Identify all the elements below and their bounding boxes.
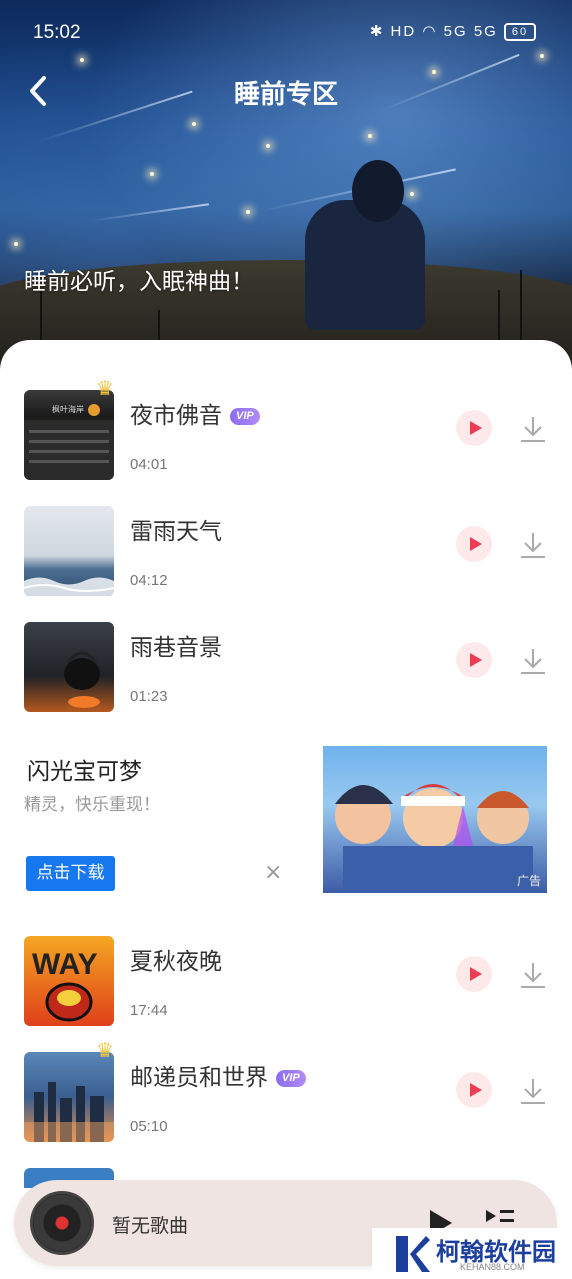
play-button[interactable] <box>456 410 492 446</box>
thumb-caption: 枫叶海岸 <box>52 404 84 414</box>
song-title: 夜市佛音 VIP <box>130 396 260 430</box>
ad-download-button[interactable]: 点击下载 <box>26 856 115 891</box>
ad-title: 闪光宝可梦 <box>27 759 142 785</box>
song-thumbnail: WAY <box>24 936 114 1026</box>
crown-icon: ♛ <box>96 1038 114 1062</box>
watermark: 柯翰软件园 KEHAN88.COM <box>372 1228 572 1279</box>
vip-badge: VIP <box>230 408 260 425</box>
hero-subtitle: 睡前必听，入眠神曲！ <box>24 269 254 295</box>
song-row[interactable]: WAY 夏秋夜晚 17:44 <box>0 936 572 1028</box>
song-row[interactable]: 雨巷音景 01:23 <box>0 622 572 714</box>
rooftops-image: 枫叶海岸 <box>24 404 114 480</box>
vinyl-disc-icon <box>30 1191 94 1255</box>
meteor-streak <box>89 203 209 222</box>
song-title: 雷雨天气 <box>130 519 222 545</box>
cartoon-character-image: WAY <box>32 948 98 1022</box>
play-button[interactable] <box>456 526 492 562</box>
download-button[interactable] <box>518 530 548 560</box>
cartoon-characters-image <box>335 784 533 893</box>
status-network-icons: ✱ HD ◠ 5G 5G <box>369 23 498 40</box>
vip-badge: VIP <box>276 1070 306 1087</box>
download-icon <box>521 649 545 674</box>
watermark-url: KEHAN88.COM <box>460 1262 525 1272</box>
sea-image <box>24 577 114 596</box>
status-time: 15:02 <box>33 22 81 43</box>
ad-description: 精灵，快乐重现！ <box>24 795 160 815</box>
status-bar: 15:02 ✱ HD ◠ 5G 5G 60 <box>0 0 572 66</box>
song-row[interactable]: ♛ 邮递员和世界 VIP 05:10 <box>0 1038 572 1144</box>
song-thumbnail <box>24 622 114 712</box>
brand-logo-icon <box>396 1236 430 1272</box>
crown-icon: ♛ <box>96 376 114 400</box>
song-duration: 04:12 <box>130 572 168 589</box>
kettle-image <box>64 651 100 708</box>
ad-close-button[interactable]: × <box>264 860 282 885</box>
song-row[interactable]: 枫叶海岸 ♛ 夜市佛音 VIP 04:01 <box>0 376 572 482</box>
song-title-text: 邮递员和世界 <box>130 1065 268 1091</box>
status-icons: ✱ HD ◠ 5G 5G 60 <box>369 22 536 42</box>
ad-image[interactable]: 广告 <box>323 746 547 893</box>
player-now-playing: 暂无歌曲 <box>112 1215 189 1237</box>
thumb-caption: WAY <box>32 948 98 981</box>
song-title: 夏秋夜晚 <box>130 949 222 975</box>
play-button[interactable] <box>456 1072 492 1108</box>
download-icon <box>521 417 545 442</box>
song-title: 雨巷音景 <box>130 635 222 661</box>
battery-icon: 60 <box>504 23 536 42</box>
download-button[interactable] <box>518 960 548 990</box>
ad-banner[interactable]: 闪光宝可梦 精灵，快乐重现！ 点击下载 × 广告 <box>0 744 572 896</box>
download-button[interactable] <box>518 1076 548 1106</box>
song-title: 邮递员和世界 VIP <box>130 1058 306 1092</box>
song-duration: 05:10 <box>130 1118 168 1135</box>
song-row[interactable]: 雷雨天气 04:12 <box>0 506 572 598</box>
song-title-text: 夜市佛音 <box>130 403 222 429</box>
song-duration: 01:23 <box>130 688 168 705</box>
ad-tag: 广告 <box>516 874 541 888</box>
play-button[interactable] <box>456 642 492 678</box>
download-icon <box>521 533 545 558</box>
download-button[interactable] <box>518 414 548 444</box>
girl-head <box>352 160 404 222</box>
song-duration: 17:44 <box>130 1002 168 1019</box>
song-thumbnail: 枫叶海岸 <box>24 390 114 480</box>
song-thumbnail <box>24 506 114 596</box>
song-thumbnail <box>24 1052 114 1142</box>
download-icon <box>521 1079 545 1104</box>
girl-silhouette <box>305 200 425 330</box>
city-image <box>24 1082 114 1142</box>
play-button[interactable] <box>456 956 492 992</box>
song-duration: 04:01 <box>130 456 168 473</box>
page-title: 睡前专区 <box>233 80 338 110</box>
download-icon <box>521 963 545 988</box>
hero-banner: 15:02 ✱ HD ◠ 5G 5G 60 睡前专区 睡前必听，入眠神曲！ <box>0 0 572 380</box>
download-button[interactable] <box>518 646 548 676</box>
